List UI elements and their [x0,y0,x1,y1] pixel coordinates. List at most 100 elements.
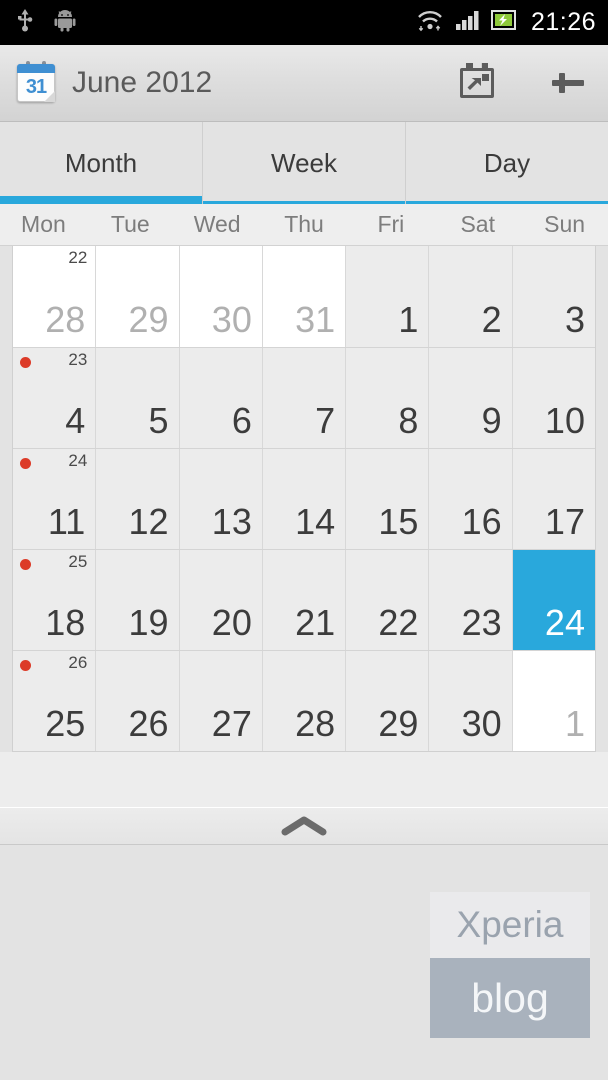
event-dot [20,660,31,671]
calendar-app-icon[interactable]: 31 [14,61,58,105]
week-number: 25 [68,552,88,571]
day-cell[interactable]: 10 [511,348,595,448]
day-number: 29 [378,703,419,744]
day-number: 7 [315,400,336,441]
day-number: 1 [564,703,585,744]
day-cell[interactable]: 7 [261,348,346,448]
weekday-header: Mon Tue Wed Thu Fri Sat Sun [0,204,608,246]
day-number: 3 [564,299,585,340]
day-cell[interactable]: 17 [511,449,595,549]
agenda-drag-handle[interactable] [0,807,608,845]
day-number: 9 [481,400,502,441]
day-number: 20 [211,602,252,643]
weekday-fri: Fri [377,211,405,237]
android-robot-icon [54,8,76,37]
day-cell[interactable]: 15 [345,449,429,549]
day-cell[interactable]: 23 [428,550,512,650]
battery-icon [490,9,517,36]
watermark-xperia-text: Xperia [430,892,590,958]
day-cell[interactable]: 26 [95,651,179,751]
tab-month[interactable]: Month [0,122,202,204]
day-cell[interactable]: 24 11 [13,449,96,549]
grid-bottom-spacer [0,752,608,807]
tab-day-label: Day [483,147,531,178]
tab-day-indicator [406,201,608,204]
day-number: 14 [295,501,336,542]
event-dot [20,458,31,469]
day-cell[interactable]: 30 [178,246,262,347]
day-number: 23 [461,602,502,643]
day-number: 28 [295,703,336,744]
day-number: 17 [544,501,585,542]
weekday-sat: Sat [460,211,495,237]
xperia-blog-watermark: Xperia blog [430,892,590,1038]
weekday-wed: Wed [193,211,241,237]
day-cell[interactable]: 5 [95,348,179,448]
day-number: 16 [461,501,502,542]
week-number: 26 [68,653,88,672]
week-number: 23 [68,350,88,369]
day-number: 30 [211,299,252,340]
plus-icon-horizontal [552,80,584,86]
day-cell[interactable]: 16 [428,449,512,549]
day-number: 31 [295,299,336,340]
day-cell[interactable]: 28 [261,651,346,751]
day-number: 1 [398,299,419,340]
event-dot [20,559,31,570]
day-cell[interactable]: 1 [345,246,429,347]
day-cell[interactable]: 22 [345,550,429,650]
day-cell[interactable]: 9 [428,348,512,448]
day-number: 29 [128,299,169,340]
day-number: 11 [47,501,86,542]
day-cell[interactable]: 1 [511,651,595,751]
day-cell[interactable]: 20 [178,550,262,650]
day-cell[interactable]: 31 [261,246,346,347]
add-event-button[interactable] [546,61,590,105]
day-cell[interactable]: 29 [95,246,179,347]
calendar-icon-page-fold [44,91,55,102]
weekday-mon: Mon [21,211,66,237]
day-number: 26 [128,703,169,744]
tab-day[interactable]: Day [405,122,608,204]
day-cell[interactable]: 25 18 [13,550,96,650]
day-number: 15 [378,501,419,542]
tab-week[interactable]: Week [202,122,405,204]
day-cell[interactable]: 23 4 [13,348,96,448]
day-cell[interactable]: 29 [345,651,429,751]
weekday-tue: Tue [110,211,150,237]
week-number: 24 [68,451,88,470]
day-cell[interactable]: 22 28 [13,246,96,347]
day-cell[interactable]: 21 [261,550,346,650]
status-bar[interactable]: 21:26 [0,0,608,45]
watermark-blog-text: blog [430,958,590,1038]
action-bar: 31 June 2012 [0,45,608,122]
day-cell[interactable]: 6 [178,348,262,448]
day-number: 13 [211,501,252,542]
week-number: 22 [68,248,88,267]
tab-month-label: Month [64,147,138,178]
day-cell[interactable]: 19 [95,550,179,650]
day-cell[interactable]: 13 [178,449,262,549]
usb-icon [16,7,34,38]
day-number: 4 [65,400,86,441]
day-number: 5 [148,400,169,441]
day-number: 30 [461,703,502,744]
day-cell[interactable]: 8 [345,348,429,448]
event-dot [20,357,31,368]
day-cell[interactable]: 12 [95,449,179,549]
week-row: 24 11 12 13 14 15 16 17 [13,448,595,549]
day-cell-selected[interactable]: 24 [511,550,595,650]
day-number: 28 [45,299,86,340]
week-row: 25 18 19 20 21 22 23 24 [13,549,595,650]
day-number: 24 [544,602,585,643]
day-number: 2 [481,299,502,340]
day-cell[interactable]: 14 [261,449,346,549]
day-cell[interactable]: 3 [511,246,595,347]
day-cell[interactable]: 26 25 [13,651,96,751]
day-cell[interactable]: 30 [428,651,512,751]
week-row: 22 28 29 30 31 1 2 3 [13,246,595,347]
day-cell[interactable]: 27 [178,651,262,751]
go-to-today-icon[interactable] [454,60,500,106]
day-cell[interactable]: 2 [428,246,512,347]
day-number: 12 [128,501,169,542]
